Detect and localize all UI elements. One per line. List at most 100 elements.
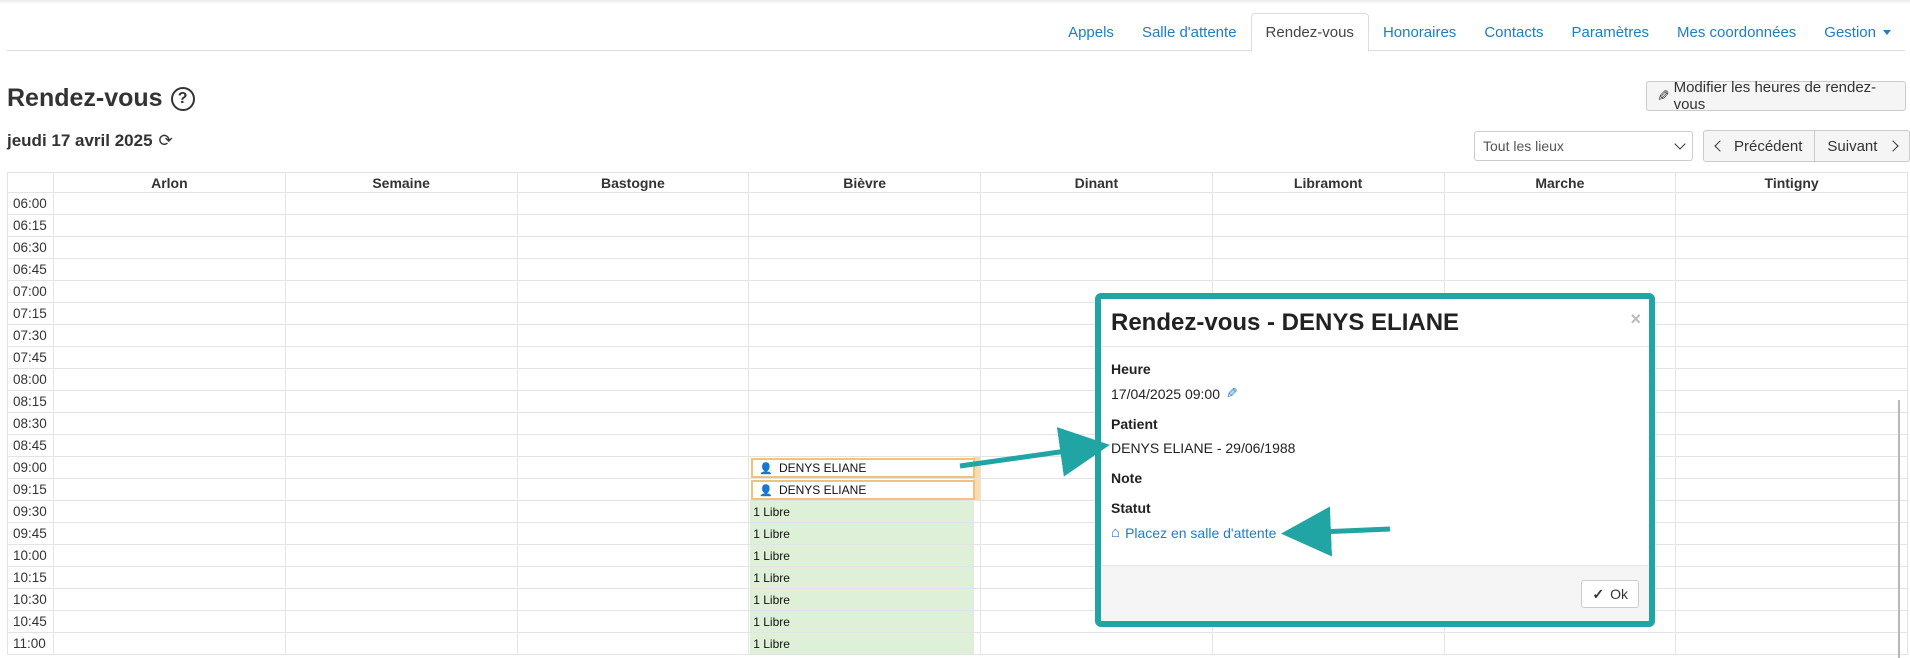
time-slot[interactable] [53,434,286,457]
time-slot[interactable] [1675,192,1908,215]
question-circle-icon[interactable]: ? [170,86,195,111]
tab-honoraires[interactable]: Honoraires [1369,13,1470,51]
time-slot[interactable] [516,456,750,479]
time-slot[interactable] [53,566,286,589]
time-slot[interactable] [1675,324,1908,347]
time-slot[interactable] [748,390,981,413]
free-slot[interactable]: 1 Libre [750,589,975,610]
time-slot[interactable] [516,346,750,369]
time-slot[interactable] [284,610,518,633]
appointment-block[interactable]: 👤 DENYS ELIANE [751,480,976,500]
time-slot[interactable] [1443,214,1677,237]
time-slot[interactable] [284,346,518,369]
location-select[interactable]: Tout les lieux [1474,131,1693,161]
time-slot[interactable] [748,412,981,435]
time-slot[interactable] [284,214,518,237]
next-button[interactable]: Suivant [1815,130,1910,162]
previous-button[interactable]: Précédent [1703,130,1816,162]
time-slot[interactable] [516,588,750,611]
time-slot[interactable] [53,478,286,501]
time-slot[interactable] [284,544,518,567]
time-slot[interactable] [284,258,518,281]
time-slot[interactable] [1675,588,1908,611]
free-slot[interactable]: 1 Libre [750,545,975,566]
edit-pencil-icon[interactable]: ✎ [1226,385,1238,402]
time-slot[interactable] [748,346,981,369]
time-slot[interactable] [53,610,286,633]
tab-rendez-vous[interactable]: Rendez-vous [1250,13,1369,52]
time-slot[interactable] [53,192,286,215]
tab-mes-coordonnees[interactable]: Mes coordonnées [1663,13,1810,51]
time-slot[interactable] [980,258,1213,281]
time-slot[interactable] [1675,346,1908,369]
time-slot[interactable] [284,302,518,325]
ok-button[interactable]: ✓ Ok [1581,580,1639,608]
time-slot[interactable] [516,192,750,215]
time-slot[interactable] [1675,566,1908,589]
time-slot[interactable] [1675,236,1908,259]
free-slot[interactable]: 1 Libre [750,567,975,588]
time-slot[interactable] [980,192,1213,215]
time-slot[interactable] [284,368,518,391]
vertical-scrollbar[interactable] [1898,400,1900,658]
time-slot[interactable] [516,280,750,303]
time-slot[interactable] [1443,258,1677,281]
time-slot[interactable] [516,390,750,413]
time-slot[interactable] [1443,632,1677,655]
tab-gestion[interactable]: Gestion [1810,13,1905,51]
time-slot[interactable] [748,214,981,237]
time-slot[interactable] [516,566,750,589]
time-slot[interactable] [53,412,286,435]
time-slot[interactable] [1675,214,1908,237]
free-slot[interactable]: 1 Libre [750,611,975,632]
tab-salle-attente[interactable]: Salle d'attente [1128,13,1251,51]
time-slot[interactable]: 1 Libre [748,610,981,633]
time-slot[interactable] [284,566,518,589]
tab-parametres[interactable]: Paramètres [1558,13,1664,51]
time-slot[interactable] [516,324,750,347]
time-slot[interactable] [516,368,750,391]
time-slot[interactable] [748,192,981,215]
time-slot[interactable] [53,236,286,259]
time-slot[interactable] [53,324,286,347]
time-slot[interactable]: 1 Libre [748,522,981,545]
time-slot[interactable] [53,346,286,369]
time-slot[interactable] [1211,236,1445,259]
time-slot[interactable] [284,324,518,347]
time-slot[interactable] [1675,610,1908,633]
time-slot[interactable] [284,500,518,523]
waiting-room-link[interactable]: Placez en salle d'attente [1125,525,1276,541]
time-slot[interactable] [980,214,1213,237]
time-slot[interactable] [516,302,750,325]
time-slot[interactable] [53,500,286,523]
time-slot[interactable]: 1 Libre [748,566,981,589]
time-slot[interactable] [53,544,286,567]
time-slot[interactable] [748,236,981,259]
time-slot[interactable] [516,632,750,655]
close-icon[interactable]: × [1630,309,1641,330]
time-slot[interactable] [516,478,750,501]
time-slot[interactable]: 1 Libre [748,544,981,567]
time-slot[interactable] [53,280,286,303]
time-slot[interactable] [53,302,286,325]
tab-appels[interactable]: Appels [1054,13,1128,51]
free-slot[interactable]: 1 Libre [750,501,975,522]
time-slot[interactable] [748,368,981,391]
time-slot[interactable] [748,280,981,303]
time-slot[interactable] [1675,522,1908,545]
time-slot[interactable] [1211,632,1445,655]
time-slot[interactable]: 👤 DENYS ELIANE [748,456,981,479]
time-slot[interactable] [1675,412,1908,435]
time-slot[interactable] [53,522,286,545]
time-slot[interactable] [516,412,750,435]
time-slot[interactable] [53,368,286,391]
time-slot[interactable] [980,236,1213,259]
time-slot[interactable] [1675,302,1908,325]
time-slot[interactable] [1443,192,1677,215]
tab-contacts[interactable]: Contacts [1470,13,1557,51]
time-slot[interactable] [53,456,286,479]
time-slot[interactable] [1443,236,1677,259]
time-slot[interactable] [748,258,981,281]
time-slot[interactable] [516,522,750,545]
time-slot[interactable] [284,390,518,413]
